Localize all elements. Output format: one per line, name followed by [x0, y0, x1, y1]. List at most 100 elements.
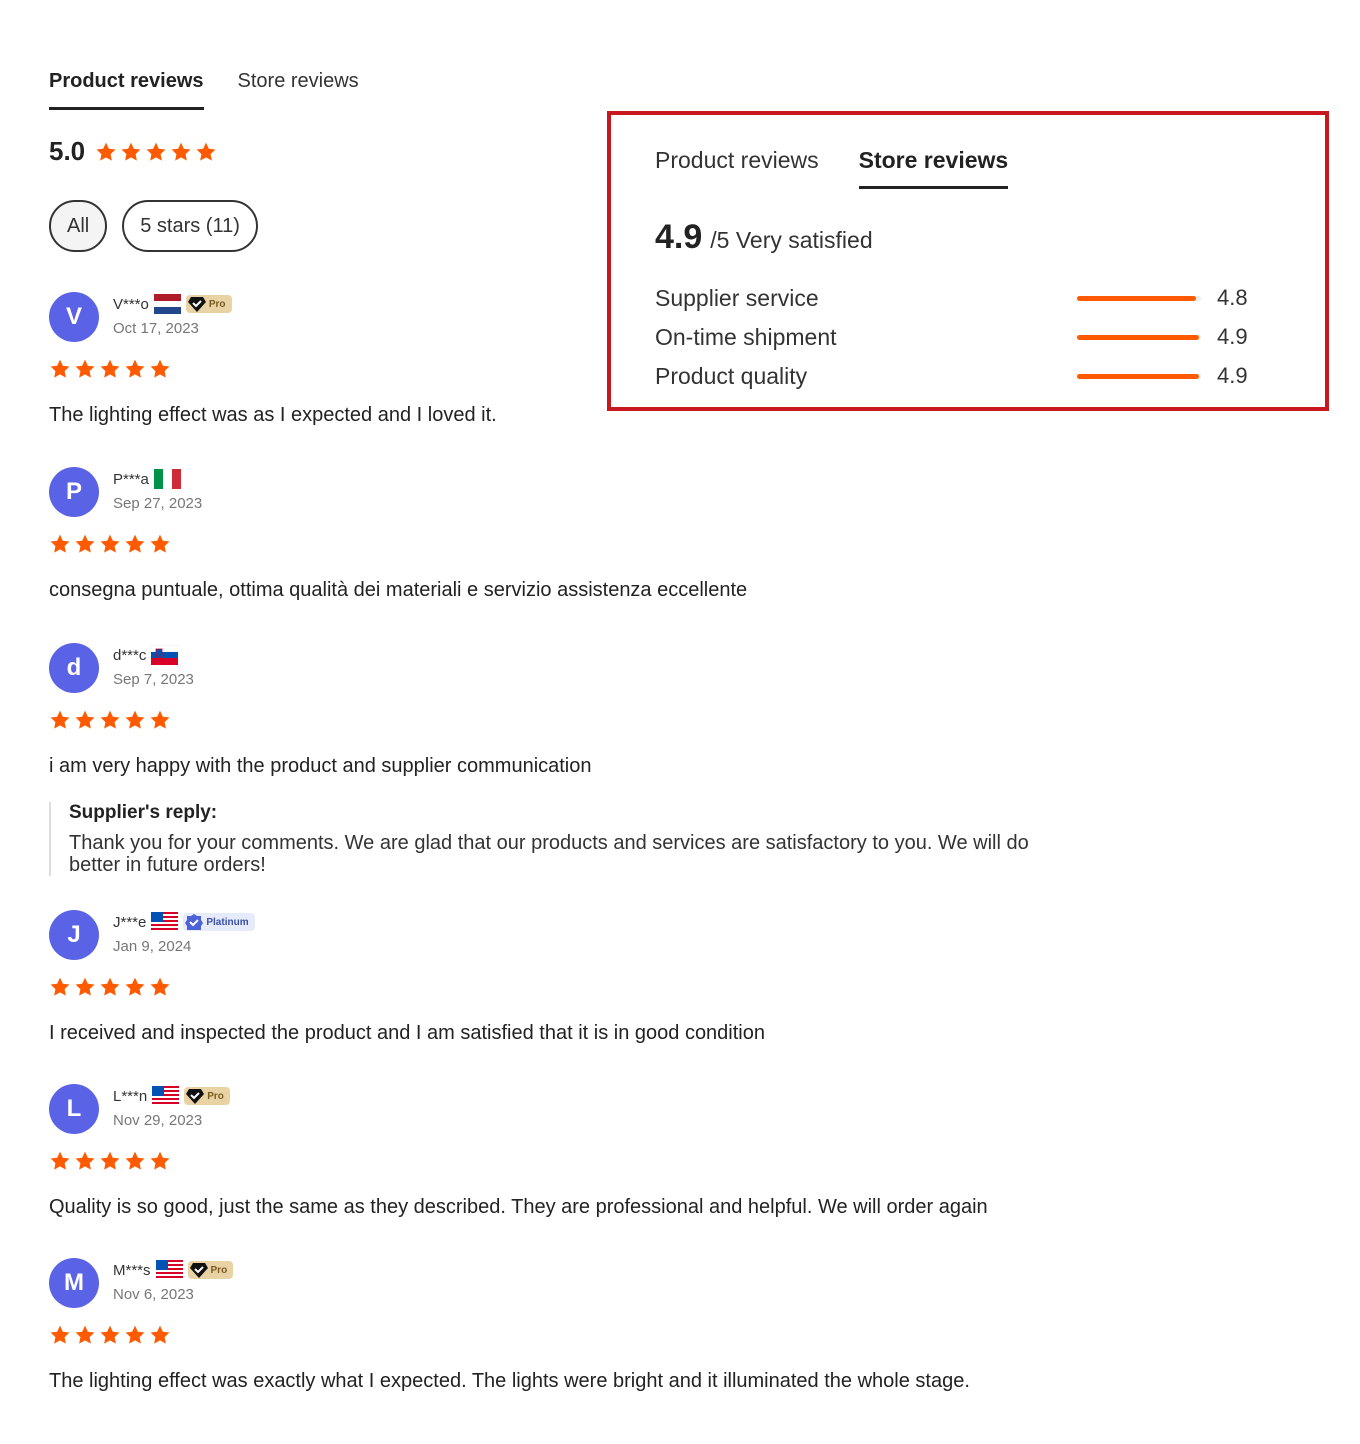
star-icon [100, 359, 120, 378]
review-text: I received and inspected the product and… [49, 1022, 765, 1044]
review-item: J J***e Platinum Jan 9, 2024 I received … [49, 908, 1099, 1045]
star-icon [100, 1325, 120, 1344]
star-icon [125, 1151, 145, 1170]
review-stars [49, 709, 171, 731]
avatar: d [49, 643, 99, 693]
review-tabs: Product reviews Store reviews [49, 70, 359, 110]
star-icon [75, 710, 95, 729]
filter-all-chip[interactable]: All [49, 200, 108, 252]
pro-badge: Pro [187, 1261, 234, 1279]
metric-label: Supplier service [655, 284, 819, 311]
filter-5-stars-chip[interactable]: 5 stars (11) [122, 200, 258, 252]
avatar: J [49, 910, 99, 960]
review-stars [49, 533, 171, 555]
star-icon [96, 142, 116, 161]
review-item: d d***c Sep 7, 2023 i am very happy with… [49, 641, 1099, 876]
star-icon [50, 1151, 70, 1170]
store-overall-rating: 4.9 /5 Very satisfied [655, 218, 873, 257]
star-icon [150, 977, 170, 996]
metric-label: On-time shipment [655, 323, 837, 350]
star-icon [50, 977, 70, 996]
review-item: L L***n Pro Nov 29, 2023 Quality is so g… [49, 1082, 1099, 1219]
star-icon [75, 534, 95, 553]
store-reviews-panel: Product reviews Store reviews 4.9 /5 Ver… [607, 111, 1329, 411]
store-score-suffix: /5 Very satisfied [710, 227, 873, 253]
metric-value: 4.9 [1217, 363, 1248, 388]
badge-label: Pro [210, 1264, 228, 1276]
star-icon [100, 977, 120, 996]
review-stars [49, 1150, 171, 1172]
avatar: P [49, 467, 99, 517]
metric-bar-fill [1077, 373, 1199, 379]
star-icon [100, 710, 120, 729]
reviewer-name: V***o [113, 295, 149, 313]
slovenia-flag-icon [151, 644, 179, 665]
metric-value: 4.9 [1217, 324, 1248, 349]
review-stars [49, 1324, 171, 1346]
reviewer-name: M***s [113, 1261, 151, 1279]
store-score: 4.9 [655, 218, 703, 256]
metric-bar-fill [1077, 295, 1197, 301]
badge-label: Platinum [206, 916, 249, 928]
badge-label: Pro [207, 1090, 224, 1102]
star-icon [100, 534, 120, 553]
reply-text: Thank you for your comments. We are glad… [69, 832, 1029, 876]
netherlands-flag-icon [153, 294, 181, 314]
badge-label: Pro [208, 298, 226, 310]
reviewer-name: P***a [113, 470, 149, 488]
italy-flag-icon [153, 469, 181, 489]
star-icon [150, 359, 170, 378]
metric-on-time-shipment: On-time shipment 4.9 [655, 322, 1255, 352]
reviewer-name: d***c [113, 646, 147, 664]
rating-filters: All 5 stars (11) [49, 200, 258, 252]
star-icon [146, 142, 166, 161]
tab-product-reviews[interactable]: Product reviews [49, 70, 204, 110]
supplier-reply: Supplier's reply: Thank you for your com… [49, 802, 1099, 876]
star-icon [150, 534, 170, 553]
review-text: consegna puntuale, ottima qualità dei ma… [49, 579, 748, 601]
star-icon [50, 534, 70, 553]
reply-title: Supplier's reply: [69, 802, 218, 823]
panel-tab-product-reviews[interactable]: Product reviews [655, 147, 819, 189]
panel-tab-store-reviews[interactable]: Store reviews [858, 147, 1009, 189]
review-date: Oct 17, 2023 [113, 320, 199, 337]
platinum-badge: Platinum [183, 913, 255, 931]
metric-supplier-service: Supplier service 4.8 [655, 283, 1255, 313]
star-icon [50, 710, 70, 729]
usa-flag-icon [151, 912, 179, 932]
metric-bar [1077, 334, 1201, 340]
star-icon [150, 1151, 170, 1170]
review-item: P P***a Sep 27, 2023 consegna puntuale, … [49, 465, 1099, 602]
review-date: Sep 7, 2023 [113, 671, 194, 688]
review-stars [49, 358, 171, 380]
star-icon [125, 710, 145, 729]
diamond-check-icon [187, 297, 206, 312]
star-icon [121, 142, 141, 161]
diamond-check-icon [189, 1263, 208, 1278]
star-icon [171, 142, 191, 161]
summary-stars [95, 141, 217, 163]
review-text: The lighting effect was exactly what I e… [49, 1370, 970, 1392]
metric-value: 4.8 [1217, 285, 1248, 310]
star-icon [150, 1325, 170, 1344]
pro-badge: Pro [184, 1087, 230, 1105]
star-icon [125, 977, 145, 996]
star-icon [125, 359, 145, 378]
overall-score: 5.0 [49, 136, 86, 166]
usa-flag-icon [152, 1086, 180, 1106]
avatar: M [49, 1258, 99, 1308]
review-date: Sep 27, 2023 [113, 495, 203, 512]
verified-check-icon [185, 914, 204, 930]
review-date: Nov 29, 2023 [113, 1112, 203, 1129]
star-icon [75, 359, 95, 378]
reviewer-name: L***n [113, 1087, 148, 1105]
star-icon [100, 1151, 120, 1170]
star-icon [125, 534, 145, 553]
star-icon [50, 359, 70, 378]
avatar: L [49, 1084, 99, 1134]
star-icon [75, 1151, 95, 1170]
tab-store-reviews[interactable]: Store reviews [238, 70, 359, 110]
star-icon [125, 1325, 145, 1344]
rating-summary: 5.0 [49, 136, 217, 167]
usa-flag-icon [155, 1260, 183, 1280]
